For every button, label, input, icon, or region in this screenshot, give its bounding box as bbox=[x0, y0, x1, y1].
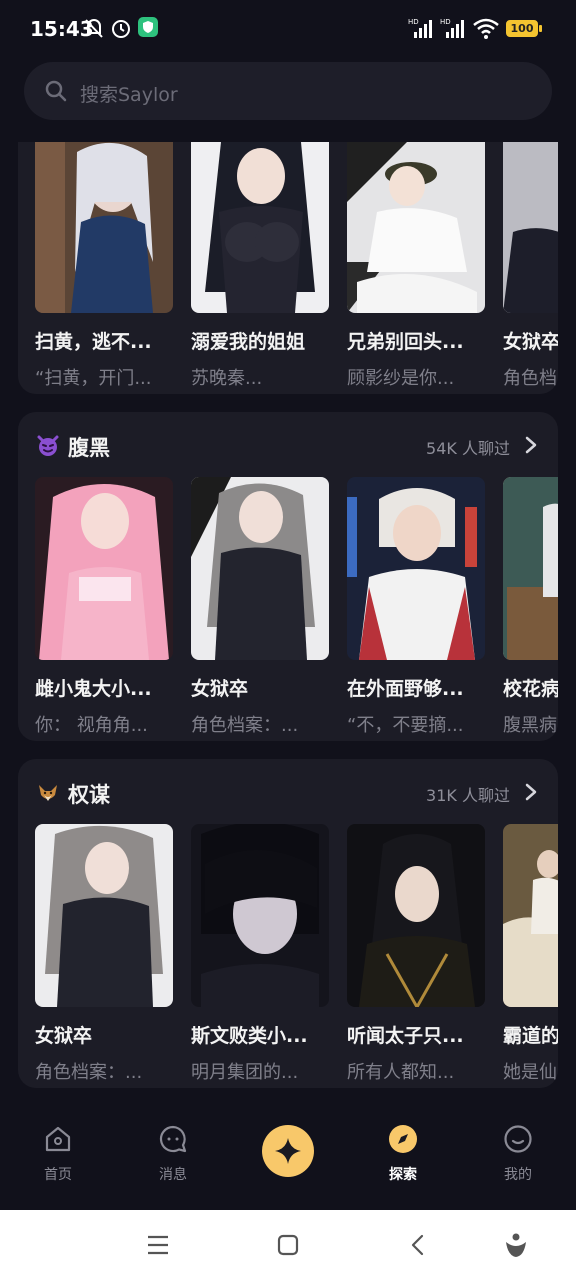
chevron-right-icon[interactable] bbox=[524, 783, 538, 801]
nav-home-label: 首页 bbox=[44, 1167, 72, 1183]
battery-level: 100 bbox=[510, 22, 534, 35]
assistant-icon[interactable] bbox=[504, 1232, 528, 1258]
character-name: 女狱卒 bbox=[191, 678, 249, 700]
section-title: 腹黑 bbox=[68, 436, 110, 460]
character-desc: 角色档 bbox=[503, 368, 557, 389]
character-card[interactable]: 女狱卒 角色档案：... bbox=[191, 477, 329, 737]
character-desc: 顾影纱是你... bbox=[347, 368, 455, 389]
section-top: 扫黄，逃不... “扫黄，开门... 溺爱我的姐姐 苏晚秦... 兄弟别回头..… bbox=[18, 142, 558, 394]
nav-explore-label: 探索 bbox=[389, 1167, 417, 1183]
signal-1-icon: HD bbox=[408, 18, 432, 38]
character-name: 雌小鬼大小... bbox=[35, 678, 152, 700]
character-image bbox=[191, 824, 329, 1007]
character-name: 兄弟别回头... bbox=[347, 331, 464, 353]
character-card[interactable]: 在外面野够... “不，不要摘... bbox=[347, 477, 485, 737]
character-card[interactable]: 霸道的 她是仙 bbox=[503, 824, 558, 1084]
character-name: 在外面野够... bbox=[347, 678, 464, 700]
home-icon bbox=[45, 1126, 71, 1152]
search-placeholder: 搜索Saylor bbox=[80, 84, 178, 106]
character-image bbox=[35, 824, 173, 1007]
character-name: 女狱卒 bbox=[503, 331, 558, 353]
section-title: 权谋 bbox=[68, 783, 110, 807]
chevron-right-icon[interactable] bbox=[524, 436, 538, 454]
wifi-icon bbox=[473, 18, 499, 39]
character-desc: 腹黑病 bbox=[503, 715, 557, 736]
character-card[interactable]: 听闻太子只... 所有人都知... bbox=[347, 824, 485, 1084]
shield-app-icon bbox=[138, 17, 158, 37]
character-card[interactable]: 女狱卒 角色档 bbox=[503, 142, 558, 390]
character-desc: 她是仙 bbox=[503, 1062, 557, 1083]
character-image bbox=[347, 824, 485, 1007]
compass-icon bbox=[389, 1125, 417, 1153]
character-desc: “不，不要摘... bbox=[347, 715, 464, 736]
character-image bbox=[503, 824, 558, 1007]
character-card[interactable]: 兄弟别回头... 顾影纱是你... bbox=[347, 142, 485, 390]
character-desc: 你： 视角角... bbox=[35, 715, 148, 736]
battery-tip bbox=[539, 25, 542, 32]
character-image bbox=[503, 142, 558, 313]
nav-mine-label: 我的 bbox=[504, 1167, 532, 1183]
character-card[interactable]: 溺爱我的姐姐 苏晚秦... bbox=[191, 142, 329, 390]
create-button[interactable] bbox=[262, 1125, 314, 1177]
svg-text:HD: HD bbox=[408, 18, 419, 26]
character-name: 女狱卒 bbox=[35, 1025, 93, 1047]
character-desc: 角色档案：... bbox=[191, 715, 299, 736]
character-name: 听闻太子只... bbox=[347, 1025, 464, 1047]
menu-icon[interactable] bbox=[146, 1234, 170, 1256]
character-image bbox=[35, 142, 173, 313]
back-icon[interactable] bbox=[408, 1234, 428, 1256]
character-desc: 角色档案：... bbox=[35, 1062, 143, 1083]
character-image bbox=[35, 477, 173, 660]
character-card[interactable]: 斯文败类小... 明月集团的... bbox=[191, 824, 329, 1084]
signal-2-icon: HD bbox=[440, 18, 464, 38]
home-square-icon[interactable] bbox=[277, 1234, 299, 1256]
character-name: 霸道的 bbox=[503, 1025, 558, 1047]
character-image bbox=[347, 477, 485, 660]
search-bar[interactable]: 搜索Saylor bbox=[24, 62, 552, 120]
nav-mine[interactable]: 我的 bbox=[478, 1124, 558, 1184]
character-desc: 明月集团的... bbox=[191, 1062, 299, 1083]
character-name: 溺爱我的姐姐 bbox=[191, 331, 306, 353]
devil-emoji-icon bbox=[37, 435, 59, 456]
svg-text:HD: HD bbox=[440, 18, 451, 26]
character-name: 校花病 bbox=[503, 678, 558, 700]
character-image bbox=[347, 142, 485, 313]
chat-count[interactable]: 54K 人聊过 bbox=[426, 435, 510, 459]
chat-count[interactable]: 31K 人聊过 bbox=[426, 782, 510, 806]
character-name: 扫黄，逃不... bbox=[35, 331, 152, 353]
character-name: 斯文败类小... bbox=[191, 1025, 308, 1047]
character-desc: 所有人都知... bbox=[347, 1062, 455, 1083]
character-card[interactable]: 女狱卒 角色档案：... bbox=[35, 824, 173, 1084]
chat-bubble-icon bbox=[159, 1125, 187, 1153]
character-card[interactable]: 扫黄，逃不... “扫黄，开门... bbox=[35, 142, 173, 390]
bottom-nav: 首页 消息 探索 我的 bbox=[0, 1108, 576, 1210]
character-card[interactable]: 雌小鬼大小... 你： 视角角... bbox=[35, 477, 173, 737]
nav-explore[interactable]: 探索 bbox=[363, 1124, 443, 1184]
smiley-face-icon bbox=[504, 1125, 532, 1153]
nav-messages[interactable]: 消息 bbox=[133, 1124, 213, 1184]
battery-icon: 100 bbox=[506, 20, 538, 37]
character-image bbox=[503, 477, 558, 660]
character-desc: “扫黄，开门... bbox=[35, 368, 152, 389]
character-card[interactable]: 校花病 腹黑病 bbox=[503, 477, 558, 737]
character-desc: 苏晚秦... bbox=[191, 368, 263, 389]
bell-muted-icon bbox=[85, 19, 103, 38]
search-icon bbox=[45, 80, 67, 102]
section-fuhei: 腹黑 54K 人聊过 雌小鬼大小... 你： 视角角... 女狱卒 角色档案：.… bbox=[18, 412, 558, 741]
character-image bbox=[191, 142, 329, 313]
nav-messages-label: 消息 bbox=[159, 1167, 187, 1183]
sparkle-icon bbox=[275, 1138, 301, 1164]
nav-home[interactable]: 首页 bbox=[18, 1124, 98, 1184]
fox-emoji-icon bbox=[39, 785, 57, 801]
status-bar: 15:43 HD HD 100 bbox=[0, 0, 576, 60]
character-image bbox=[191, 477, 329, 660]
alarm-icon bbox=[112, 20, 130, 38]
section-quanmou: 权谋 31K 人聊过 女狱卒 角色档案：... 斯文败类小... 明月集团的..… bbox=[18, 759, 558, 1088]
system-navigation-bar bbox=[0, 1210, 576, 1280]
